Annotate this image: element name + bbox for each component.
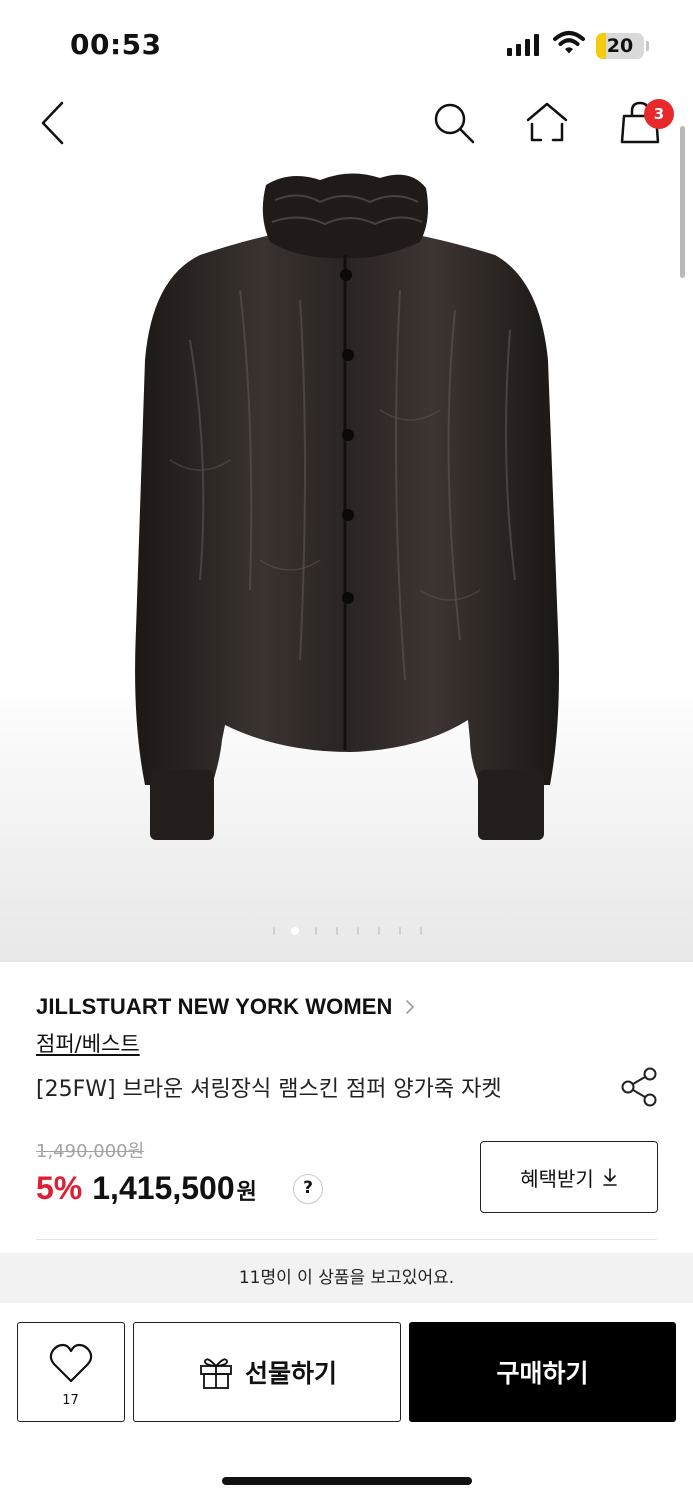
price-help-icon[interactable]: ? [293,1174,323,1204]
top-nav-bar [0,90,693,160]
gift-icon [200,1358,232,1389]
home-icon[interactable] [524,100,570,146]
pager-dot[interactable] [378,927,380,935]
scrollbar[interactable] [680,126,685,278]
cart-count-badge: 3 [644,99,674,129]
gift-button-label: 선물하기 [244,1359,337,1388]
battery-icon: 20 [596,33,644,59]
viewers-notice: 11명이 이 상품을 보고있어요. [0,1253,693,1303]
like-count: 17 [62,1393,79,1408]
chevron-right-icon [405,1000,414,1014]
search-icon[interactable] [432,100,478,146]
currency-unit: 원 [236,1180,257,1205]
divider [36,1239,657,1240]
discount-rate: 5% [36,1170,83,1206]
product-image-gallery[interactable] [0,160,693,962]
cellular-signal-icon [507,34,539,56]
buy-button-label: 구매하기 [496,1359,589,1388]
gift-button[interactable]: 선물하기 [133,1322,401,1422]
brand-link[interactable]: JILLSTUART NEW YORK WOMEN [36,994,415,1020]
heart-icon [49,1343,93,1383]
like-button[interactable]: 17 [17,1322,125,1422]
wifi-icon [553,31,585,54]
battery-nub [646,41,649,51]
pager-dot[interactable] [291,927,299,935]
pager-dot[interactable] [420,927,422,935]
buy-button[interactable]: 구매하기 [409,1322,676,1422]
pager-dot[interactable] [357,927,359,935]
pager-dot[interactable] [315,927,317,935]
leather-jacket-image [135,173,559,840]
pager-dot[interactable] [336,927,338,935]
category-link[interactable]: 점퍼/베스트 [36,1028,140,1058]
brand-name: JILLSTUART NEW YORK WOMEN [36,994,393,1019]
status-bar: 00:53 20 [0,0,693,90]
price-row: 5% 1,415,500 원 [36,1170,257,1207]
download-icon [602,1168,617,1186]
gallery-pager[interactable] [0,925,693,937]
pager-dot[interactable] [399,927,401,935]
back-chevron-icon[interactable] [36,100,70,146]
battery-level: 20 [606,35,634,57]
get-benefits-button[interactable]: 혜택받기 [480,1141,658,1213]
home-indicator[interactable] [222,1477,472,1485]
product-title: [25FW] 브라운 셔링장식 램스킨 점퍼 양가죽 자켓 [36,1077,502,1102]
benefit-button-label: 혜택받기 [520,1166,594,1191]
pager-dot[interactable] [273,927,275,935]
status-time: 00:53 [70,28,162,61]
sale-price: 1,415,500 [92,1170,235,1206]
original-price: 1,490,000원 [36,1141,145,1162]
share-icon[interactable] [620,1066,658,1108]
